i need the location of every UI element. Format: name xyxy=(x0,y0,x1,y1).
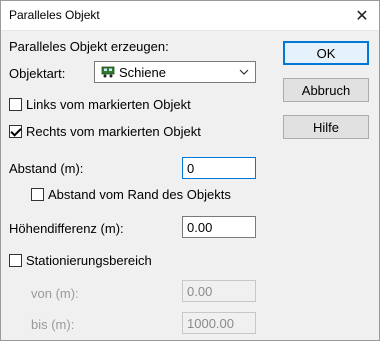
von-input: 0.00 xyxy=(182,280,256,302)
close-button[interactable]: ✕ xyxy=(345,1,379,30)
ok-button[interactable]: OK xyxy=(283,41,369,65)
dialog-window: Paralleles Objekt ✕ Paralleles Objekt er… xyxy=(0,0,380,341)
links-label: Links vom markierten Objekt xyxy=(26,97,191,112)
abbruch-button[interactable]: Abbruch xyxy=(283,78,369,102)
links-checkbox[interactable] xyxy=(9,98,22,111)
rechts-label: Rechts vom markierten Objekt xyxy=(26,124,201,139)
abstand-rand-checkbox[interactable] xyxy=(31,188,44,201)
bis-input: 1000.00 xyxy=(182,312,256,334)
stationierung-label: Stationierungsbereich xyxy=(26,253,152,268)
abstand-input[interactable]: 0 xyxy=(182,157,256,179)
group-heading: Paralleles Objekt erzeugen: xyxy=(9,39,169,54)
stationierung-checkbox[interactable] xyxy=(9,254,22,267)
bis-label: bis (m): xyxy=(31,317,75,332)
hoehendifferenz-input[interactable]: 0.00 xyxy=(182,216,256,238)
window-title: Paralleles Objekt xyxy=(9,8,100,22)
objektart-value: Schiene xyxy=(119,65,166,80)
hoehendifferenz-label: Höhendifferenz (m): xyxy=(9,221,124,236)
hilfe-button[interactable]: Hilfe xyxy=(283,115,369,139)
close-icon: ✕ xyxy=(355,7,369,25)
von-label: von (m): xyxy=(31,286,79,301)
title-bar[interactable]: Paralleles Objekt ✕ xyxy=(1,1,379,31)
rechts-checkbox[interactable] xyxy=(9,125,22,138)
objektart-select[interactable]: Schiene xyxy=(94,61,256,83)
abstand-rand-label: Abstand vom Rand des Objekts xyxy=(48,187,231,202)
chevron-down-icon xyxy=(239,69,249,75)
abstand-label: Abstand (m): xyxy=(9,161,84,176)
rail-vehicle-icon xyxy=(101,66,115,78)
objektart-label: Objektart: xyxy=(9,66,66,81)
